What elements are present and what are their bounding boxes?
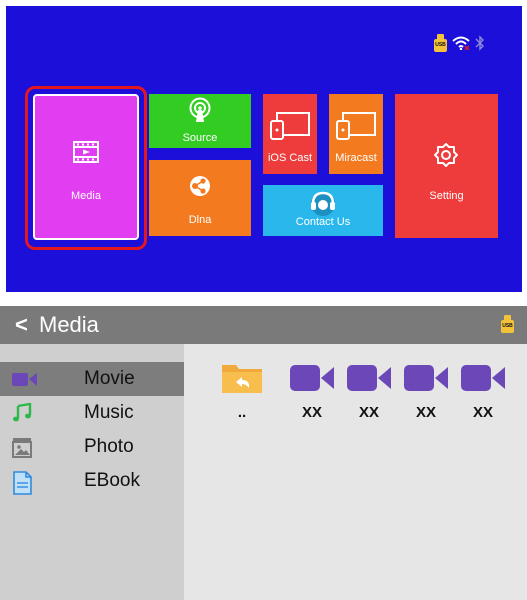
photo-icon	[12, 438, 32, 458]
ios-cast-tile-label: iOS Cast	[267, 152, 312, 164]
video-file-icon	[404, 365, 448, 391]
contact-us-tile[interactable]: Contact Us	[263, 185, 383, 236]
status-bar: USB	[434, 34, 485, 52]
launcher-screen: USB Media Source Dlna iOS Cast Miracast …	[0, 0, 527, 299]
contact-us-tile-label: Contact Us	[295, 216, 351, 228]
file-item[interactable]: XX	[341, 344, 397, 424]
file-grid: .. XX XX XX XX	[184, 344, 527, 600]
miracast-tile-label: Miracast	[335, 152, 377, 164]
video-file-icon	[461, 365, 505, 391]
sidebar-item-movie[interactable]: Movie	[0, 362, 184, 396]
miracast-tile[interactable]: Miracast	[329, 94, 383, 174]
media-tile-label: Media	[71, 190, 101, 202]
wifi-icon	[452, 36, 470, 50]
music-icon	[13, 403, 32, 422]
file-item[interactable]: XX	[284, 344, 340, 424]
folder-up-icon	[222, 365, 262, 393]
sidebar-item-label: Movie	[84, 368, 135, 389]
bluetooth-icon	[475, 35, 484, 51]
setting-tile[interactable]: Setting	[395, 94, 498, 238]
file-name: XX	[472, 404, 493, 421]
sidebar-item-label: EBook	[84, 470, 140, 491]
usb-icon: USB	[434, 34, 447, 52]
ios-cast-tile[interactable]: iOS Cast	[263, 94, 317, 174]
ebook-icon	[13, 471, 32, 495]
back-button[interactable]: <	[15, 314, 28, 336]
headset-icon	[311, 191, 335, 216]
video-file-icon	[347, 365, 391, 391]
source-tile-label: Source	[182, 132, 218, 144]
source-tile[interactable]: Source	[149, 94, 251, 148]
setting-tile-label: Setting	[429, 190, 464, 202]
sidebar-item-label: Photo	[84, 436, 134, 457]
signal-icon	[189, 97, 211, 122]
media-tile[interactable]: Media	[33, 94, 139, 240]
file-item[interactable]: XX	[455, 344, 511, 424]
media-browser: < Media USB Movie Music Photo EBook .. X…	[0, 306, 527, 600]
page-title: Media	[39, 312, 99, 337]
file-name: XX	[358, 404, 379, 421]
sidebar-item-music[interactable]: Music	[0, 396, 184, 430]
cast-screen-icon	[270, 112, 310, 140]
cast-screen-icon	[336, 112, 376, 140]
sidebar-item-label: Music	[84, 402, 134, 423]
video-file-icon	[290, 365, 334, 391]
file-name: XX	[415, 404, 436, 421]
movie-icon	[12, 373, 37, 386]
file-item[interactable]: XX	[398, 344, 454, 424]
gear-icon	[434, 143, 458, 167]
category-sidebar: Movie Music Photo EBook	[0, 344, 184, 600]
film-icon	[73, 141, 99, 163]
dlna-tile-label: Dlna	[188, 214, 212, 226]
header-bar: < Media USB	[0, 306, 527, 344]
file-name: XX	[301, 404, 322, 421]
file-name: ..	[237, 404, 247, 421]
usb-icon: USB	[501, 315, 514, 333]
sidebar-item-photo[interactable]: Photo	[0, 430, 184, 464]
sidebar-item-ebook[interactable]: EBook	[0, 464, 184, 498]
file-item-parent[interactable]: ..	[214, 344, 270, 424]
dlna-tile[interactable]: Dlna	[149, 160, 251, 236]
share-icon	[190, 176, 210, 196]
